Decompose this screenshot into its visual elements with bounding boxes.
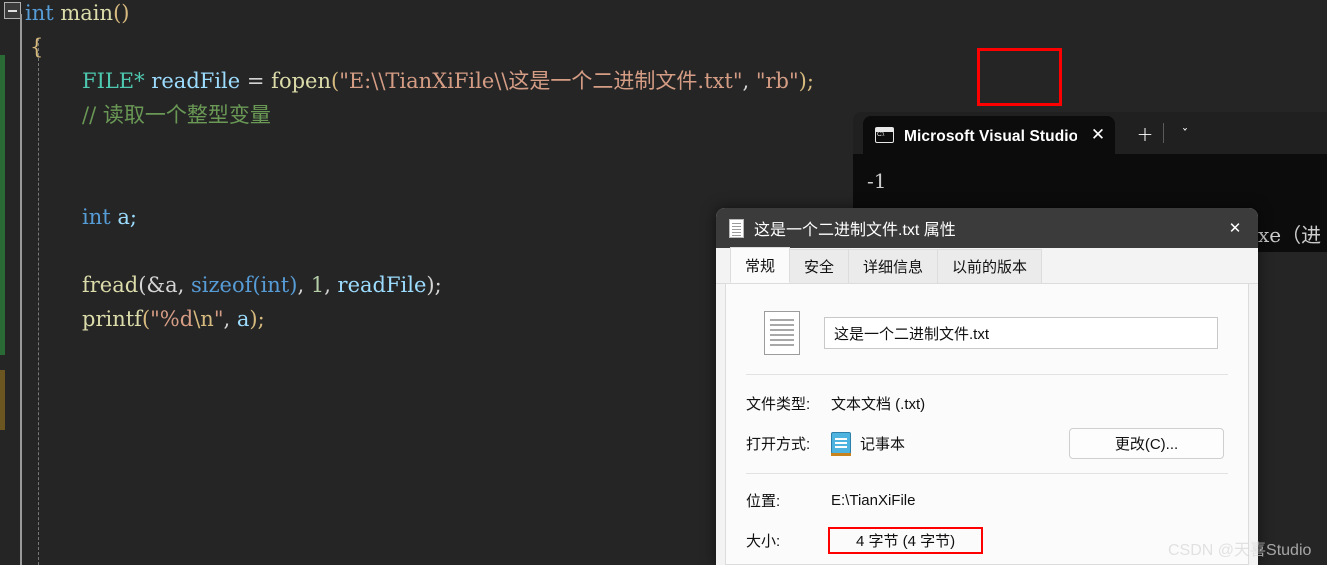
location-row: 位置: E:\TianXiFile: [746, 480, 1228, 520]
token-paren-close: );: [426, 273, 442, 297]
token-comment: // 读取一个整型变量: [82, 103, 271, 127]
terminal-tab-active[interactable]: Microsoft Visual Studio 调i ✕: [863, 116, 1115, 154]
token-keyword-int: (int): [252, 273, 298, 297]
chevron-down-icon[interactable]: ˇ: [1174, 129, 1196, 142]
notepad-icon: [831, 432, 851, 456]
token-string-mode: "rb": [755, 69, 799, 93]
token-operator: =: [240, 69, 272, 93]
token-comma: ,: [297, 273, 311, 297]
dialog-general-pane: 这是一个二进制文件.txt 文件类型: 文本文档 (.txt) 打开方式: 记事…: [725, 284, 1249, 565]
file-name-input[interactable]: 这是一个二进制文件.txt: [824, 317, 1218, 349]
file-type-row: 文件类型: 文本文档 (.txt): [746, 383, 1228, 423]
code-content: int main() { FILE* readFile = fopen("E:\…: [0, 0, 814, 565]
token-paren-open: (: [141, 307, 151, 331]
token-string-path: "E:\\TianXiFile\\这是一个二进制文件.txt": [339, 69, 743, 93]
token-string: "%d: [150, 307, 194, 331]
dialog-title: 这是一个二进制文件.txt 属性: [754, 222, 956, 239]
toolbar-divider: [1163, 123, 1164, 143]
token-number: 1: [310, 273, 325, 297]
screenshot-root: int main() { FILE* readFile = fopen("E:\…: [0, 0, 1327, 565]
code-line-10: printf("%d\n", a);: [82, 302, 265, 336]
location-value: E:\TianXiFile: [831, 491, 916, 509]
text-document-icon: [729, 218, 744, 238]
console-peek-text: xe（进: [1258, 223, 1322, 247]
token-paren-open: (: [330, 69, 340, 93]
terminal-tab-title: Microsoft Visual Studio 调i: [904, 128, 1077, 145]
file-type-label: 文件类型:: [746, 395, 811, 413]
open-with-label: 打开方式:: [746, 435, 811, 453]
text-document-icon: [764, 311, 800, 355]
open-with-value-group: 记事本: [831, 432, 1069, 456]
token-brace: {: [30, 35, 44, 59]
token-args: (&a,: [138, 273, 191, 297]
close-icon[interactable]: ✕: [1212, 208, 1258, 248]
token-comma: ,: [324, 273, 338, 297]
token-variable: readFile: [151, 69, 241, 93]
size-label: 大小:: [746, 532, 781, 550]
token-parens: (): [113, 1, 130, 25]
code-line-1: int main(): [25, 0, 129, 30]
file-properties-dialog[interactable]: 这是一个二进制文件.txt 属性 ✕ 常规 安全 详细信息 以前的版本 这是一个…: [716, 208, 1258, 565]
size-value-group: 4 字节 (4 字节): [828, 526, 1228, 554]
token-keyword: int: [25, 1, 54, 25]
tab-general[interactable]: 常规: [730, 247, 791, 283]
code-line-7: int a;: [82, 200, 137, 234]
code-line-9: fread(&a, sizeof(int), 1, readFile);: [82, 268, 442, 302]
tab-previous-versions[interactable]: 以前的版本: [937, 249, 1043, 283]
size-row: 大小: 4 字节 (4 字节): [746, 520, 1228, 560]
divider: [746, 374, 1228, 375]
open-with-value: 记事本: [860, 435, 906, 453]
new-tab-button[interactable]: +: [1133, 124, 1157, 144]
change-button[interactable]: 更改(C)...: [1069, 427, 1224, 459]
token-keyword: int: [82, 205, 111, 229]
terminal-tab-bar: Microsoft Visual Studio 调i ✕ + ˇ: [853, 112, 1327, 154]
token-function: fopen: [271, 69, 331, 93]
location-label: 位置:: [746, 492, 781, 510]
close-icon[interactable]: ✕: [1087, 126, 1109, 144]
dialog-tab-strip: 常规 安全 详细信息 以前的版本: [716, 247, 1258, 284]
token-comma: ,: [742, 69, 756, 93]
dialog-title-bar: 这是一个二进制文件.txt 属性 ✕: [716, 208, 1258, 248]
token-paren-close: );: [798, 69, 814, 93]
size-value: 4 字节 (4 字节): [828, 526, 984, 554]
token-function: fread: [82, 273, 139, 297]
token-paren-close: );: [249, 307, 265, 331]
tab-security[interactable]: 安全: [789, 249, 850, 283]
token-variable: a;: [110, 205, 137, 229]
code-line-2: {: [30, 30, 43, 64]
code-line-4: // 读取一个整型变量: [82, 98, 271, 132]
token-variable: readFile: [337, 273, 427, 297]
token-function: main: [60, 1, 114, 25]
token-function: printf: [82, 307, 142, 331]
token-comma: ,: [223, 307, 237, 331]
token-type: FILE*: [82, 69, 145, 93]
tab-details[interactable]: 详细信息: [848, 249, 939, 283]
code-line-3: FILE* readFile = fopen("E:\\TianXiFile\\…: [82, 64, 814, 98]
open-with-row: 打开方式: 记事本 更改(C)...: [746, 423, 1228, 463]
token-escape: \n: [193, 307, 214, 331]
token-variable: a: [236, 307, 250, 331]
token-keyword-sizeof: sizeof: [190, 273, 253, 297]
file-type-value: 文本文档 (.txt): [831, 395, 926, 413]
cmd-prompt-icon: [875, 127, 894, 143]
terminal-output-text: -1: [867, 169, 887, 193]
file-name-row: 这是一个二进制文件.txt: [746, 302, 1228, 364]
divider: [746, 473, 1228, 474]
